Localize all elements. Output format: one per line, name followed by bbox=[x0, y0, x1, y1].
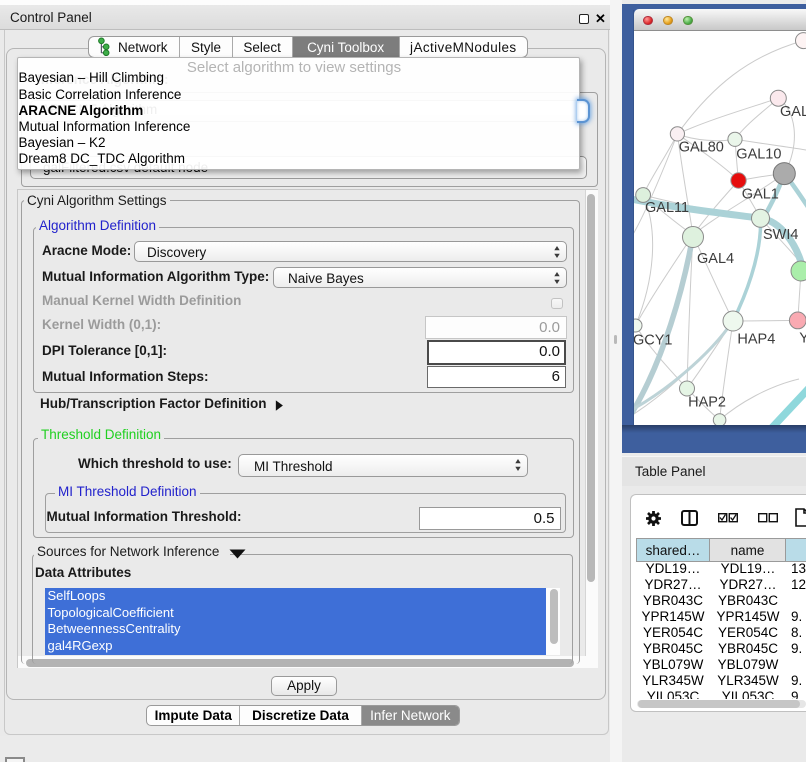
svg-text:GCY1: GCY1 bbox=[634, 333, 673, 349]
svg-text:GAL4: GAL4 bbox=[697, 251, 734, 267]
svg-text:Y: Y bbox=[799, 331, 806, 347]
svg-text:HAP2: HAP2 bbox=[688, 394, 726, 410]
svg-text:HAP4: HAP4 bbox=[737, 331, 775, 347]
svg-text:GAL10: GAL10 bbox=[736, 147, 781, 163]
svg-text:GAL7: GAL7 bbox=[780, 104, 806, 120]
svg-text:SWI4: SWI4 bbox=[763, 227, 798, 243]
svg-text:GAL80: GAL80 bbox=[679, 140, 724, 156]
svg-text:GAL11: GAL11 bbox=[645, 200, 689, 216]
svg-text:GAL1: GAL1 bbox=[742, 186, 779, 202]
